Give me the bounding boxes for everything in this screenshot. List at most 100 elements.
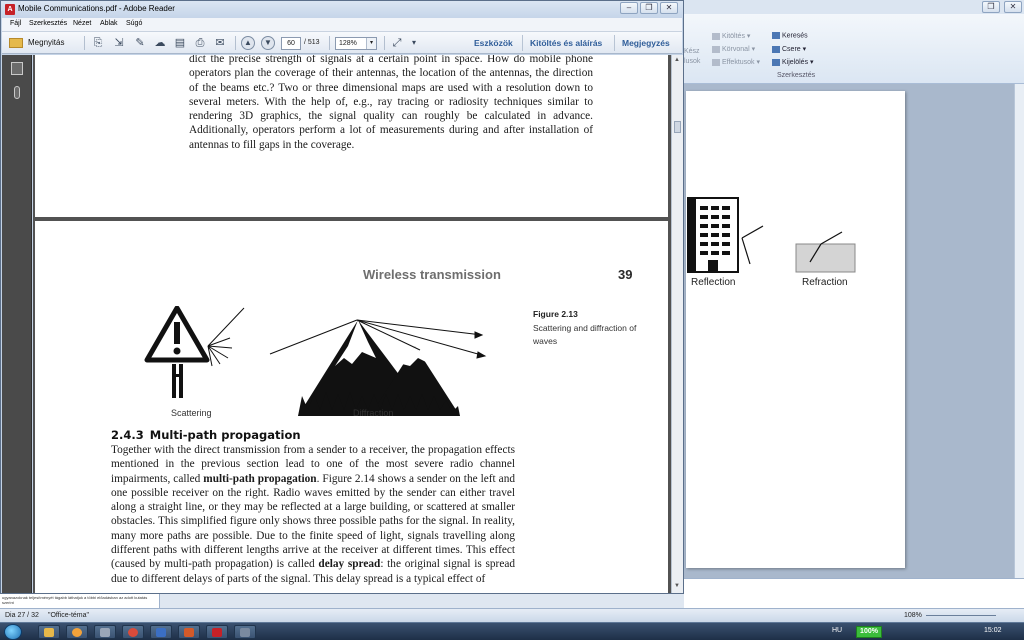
figure-caption-title: Figure 2.13 <box>533 309 578 319</box>
taskbar-other[interactable] <box>234 625 256 639</box>
next-page-icon[interactable]: ▼ <box>261 36 275 50</box>
open-button[interactable]: Megnyitás <box>9 35 64 51</box>
slide-figure <box>687 197 856 273</box>
upload-icon[interactable]: ☁ <box>153 36 167 50</box>
running-head: Wireless transmission <box>363 267 501 282</box>
ribbon-keszlet-top[interactable]: Kész <box>684 48 700 55</box>
ribbon-kijeloles-label: Kijelölés <box>782 59 809 66</box>
fill-sign-link[interactable]: Kitöltés és aláírás <box>530 38 602 48</box>
previous-page-icon[interactable]: ▲ <box>241 36 255 50</box>
ribbon-keszlet-bottom[interactable]: lusok <box>684 58 700 65</box>
section-heading: 2.4.3 Multi-path propagation <box>111 428 301 442</box>
powerpoint-ribbon: Kész lusok Kitöltés ▾ Körvonal ▾ Effektu… <box>684 14 1024 84</box>
page-thumbnails-icon[interactable] <box>11 62 23 75</box>
taskbar-media[interactable] <box>66 625 88 639</box>
section-title: Multi-path propagation <box>149 428 301 442</box>
comment-link[interactable]: Megjegyzés <box>622 38 670 48</box>
zoom-slider[interactable] <box>926 615 996 616</box>
ribbon-kereses-button[interactable]: Keresés <box>772 32 808 39</box>
menu-view[interactable]: Nézet <box>73 20 91 27</box>
theme-name: "Office-téma" <box>48 612 90 619</box>
word-icon <box>156 628 166 637</box>
start-button[interactable] <box>4 624 22 640</box>
paragraph-text-2: . Figure 2.14 shows a sender on the left… <box>111 472 515 571</box>
export-pdf-icon[interactable]: ⇲ <box>112 36 126 50</box>
save-icon[interactable]: ▤ <box>173 36 187 50</box>
menu-edit[interactable]: Szerkesztés <box>29 20 67 27</box>
edit-pdf-icon[interactable]: ✎ <box>133 36 147 50</box>
scroll-up-icon[interactable]: ▲ <box>674 57 680 63</box>
slide-counter: Dia 27 / 32 <box>5 612 39 619</box>
ribbon-kitoltes-button[interactable]: Kitöltés ▾ <box>712 32 750 40</box>
menu-window[interactable]: Ablak <box>100 20 118 27</box>
powerpoint-titlebar: – ❐ ✕ <box>276 0 1024 14</box>
warning-sign-icon <box>144 306 210 398</box>
document-area[interactable]: dict the precise strength of signals at … <box>33 55 671 593</box>
pdf-page: Wireless transmission 39 Scattering Diff… <box>35 221 668 593</box>
page-number-input[interactable]: 60 <box>281 37 301 50</box>
ribbon-csere-label: Csere <box>782 46 801 53</box>
fit-page-icon[interactable]: ⤢ <box>390 36 404 50</box>
navigation-pane <box>2 55 32 593</box>
reader-close-icon[interactable]: ✕ <box>660 2 678 14</box>
reader-titlebar: A Mobile Communications.pdf - Adobe Read… <box>1 1 683 18</box>
folder-icon <box>44 628 54 637</box>
notes-snippet: ugyanazoknak teljesítményét tágabb látha… <box>0 594 160 608</box>
zoom-level: 108% <box>904 612 922 619</box>
menu-file[interactable]: Fájl <box>10 20 21 27</box>
email-icon[interactable]: ✉ <box>213 36 227 50</box>
app-icon <box>100 628 110 637</box>
reader-menubar: Fájl Szerkesztés Nézet Ablak Súgó <box>2 18 682 32</box>
powerpoint-icon <box>184 628 194 637</box>
attachment-icon[interactable] <box>14 86 20 99</box>
ribbon-csere-button[interactable]: Csere ▾ <box>772 45 806 53</box>
zoom-value: 128% <box>339 40 357 47</box>
taskbar-app[interactable] <box>94 625 116 639</box>
select-icon <box>772 58 780 66</box>
taskbar-chrome[interactable] <box>122 625 144 639</box>
ribbon-korvonal-label: Körvonal <box>722 46 750 53</box>
toolbar-separator <box>384 36 385 50</box>
clock[interactable]: 15:02 <box>984 627 1002 634</box>
notes-pane[interactable] <box>684 578 1024 608</box>
taskbar: HU 100% 15:02 <box>0 622 1024 640</box>
restore-icon[interactable]: ❐ <box>982 1 1000 13</box>
reader-minimize-icon[interactable]: – <box>620 2 638 14</box>
taskbar-powerpoint[interactable] <box>178 625 200 639</box>
powerpoint-vertical-scrollbar[interactable] <box>1014 84 1024 578</box>
language-indicator[interactable]: HU <box>832 627 842 634</box>
reader-window-title: Mobile Communications.pdf - Adobe Reader <box>18 4 175 13</box>
term-multi-path: multi-path propagation <box>203 472 317 485</box>
page-total: / 513 <box>304 39 320 46</box>
more-tools-icon[interactable]: ▾ <box>407 36 421 50</box>
folder-icon <box>9 37 23 48</box>
chrome-icon <box>128 628 138 637</box>
replace-icon <box>772 45 780 53</box>
taskbar-adobe-reader[interactable] <box>206 625 228 639</box>
ribbon-kijeloles-button[interactable]: Kijelölés ▾ <box>772 58 814 66</box>
slide[interactable] <box>686 91 905 568</box>
menu-help[interactable]: Súgó <box>126 20 142 27</box>
scroll-down-icon[interactable]: ▼ <box>674 583 680 589</box>
taskbar-explorer[interactable] <box>38 625 60 639</box>
pdf-page-top: dict the precise strength of signals at … <box>35 55 668 217</box>
ribbon-korvonal-button[interactable]: Körvonal ▾ <box>712 45 755 53</box>
chevron-down-icon: ▾ <box>366 38 376 49</box>
effects-icon <box>712 58 720 66</box>
print-icon[interactable]: ⎙ <box>193 36 207 50</box>
ribbon-group-label: Szerkesztés <box>777 72 816 79</box>
binoculars-icon <box>772 32 780 39</box>
diffraction-label: Diffraction <box>353 408 394 418</box>
scroll-thumb[interactable] <box>674 121 681 133</box>
create-pdf-icon[interactable]: ⎘ <box>91 36 105 50</box>
reader-toolbar: Megnyitás ⎘ ⇲ ✎ ☁ ▤ ⎙ ✉ ▲ ▼ 60 / 513 128… <box>2 32 682 54</box>
reader-vertical-scrollbar[interactable]: ▲ ▼ <box>671 55 683 593</box>
ribbon-effektusok-button[interactable]: Effektusok ▾ <box>712 58 760 66</box>
taskbar-word[interactable] <box>150 625 172 639</box>
close-icon[interactable]: ✕ <box>1004 1 1022 13</box>
zoom-dropdown[interactable]: 128% ▾ <box>335 37 377 50</box>
toolbar-separator <box>329 36 330 50</box>
tools-link[interactable]: Eszközök <box>474 38 513 48</box>
battery-indicator[interactable]: 100% <box>856 626 882 638</box>
reader-restore-icon[interactable]: ❐ <box>640 2 658 14</box>
